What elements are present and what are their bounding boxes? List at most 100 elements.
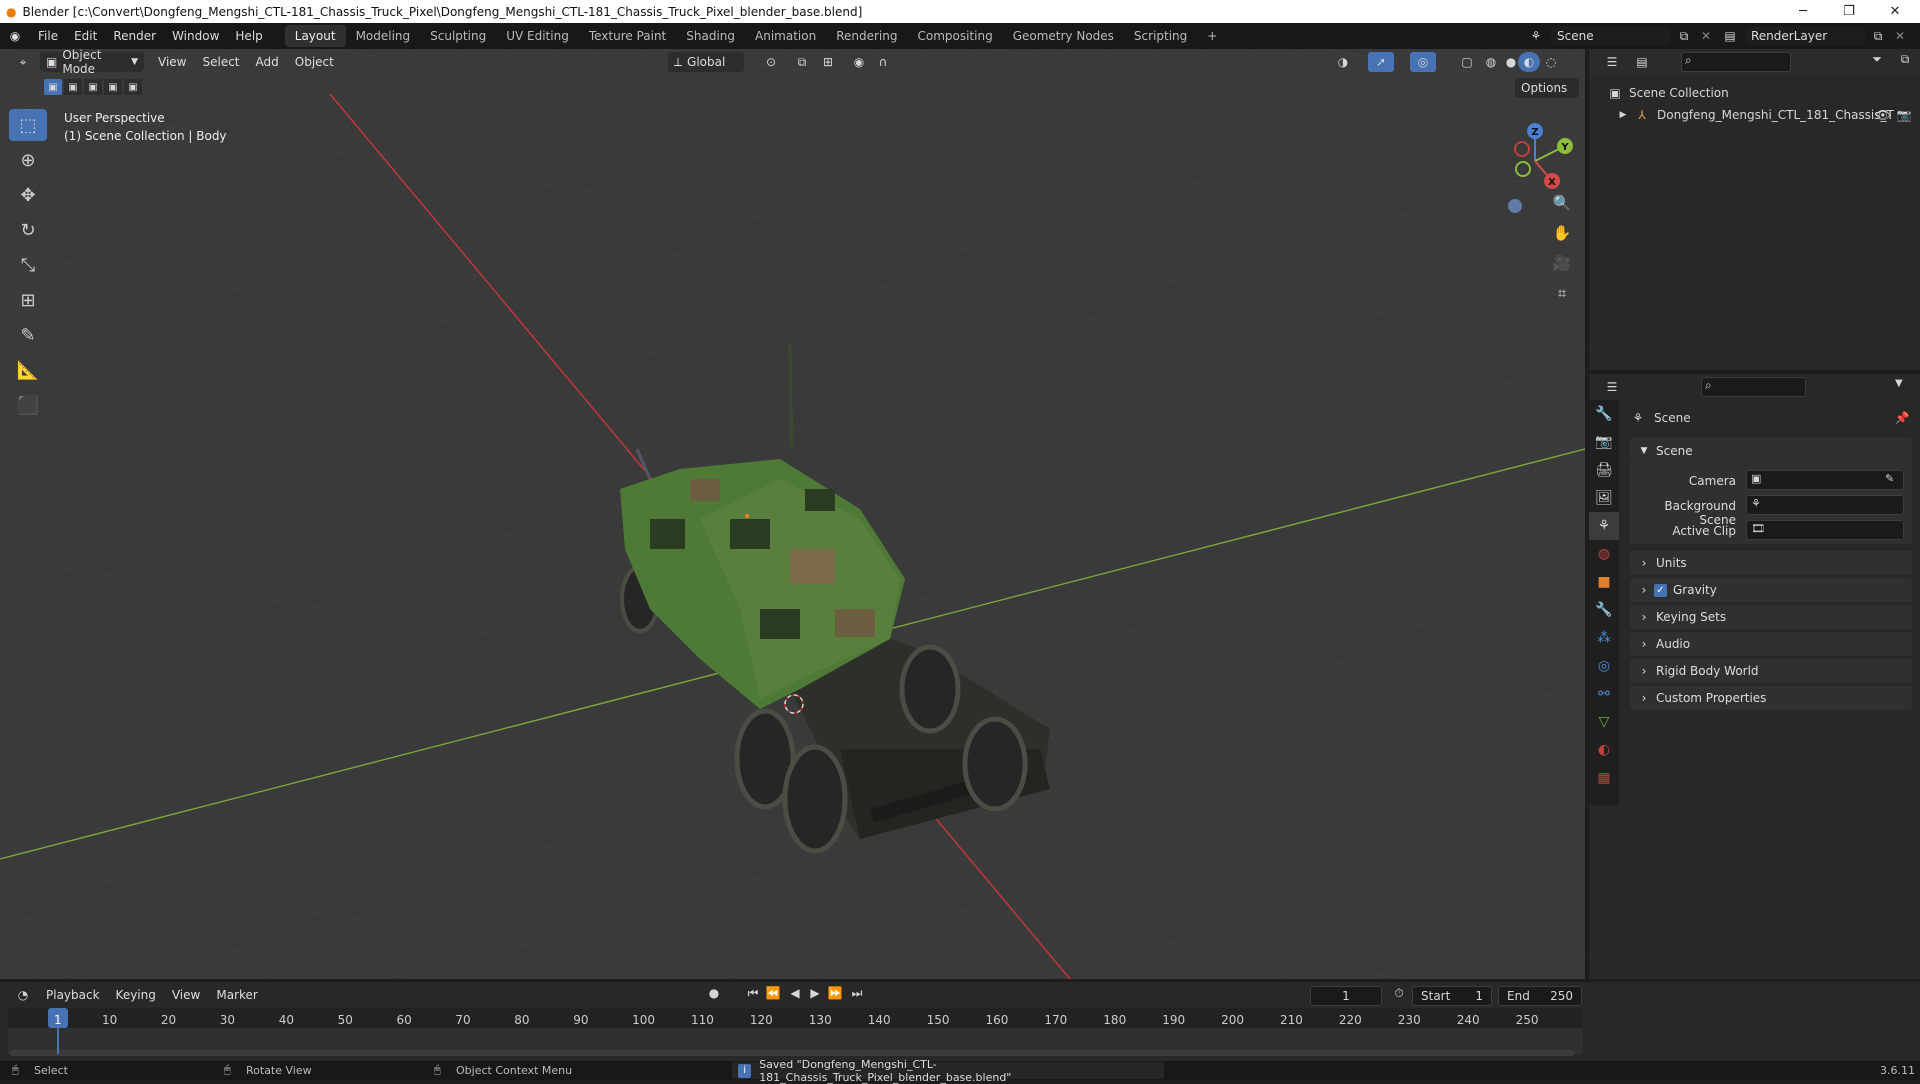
select-new-icon[interactable]: ▣ xyxy=(44,79,62,95)
modifier-tab-icon[interactable]: 🔧 xyxy=(1589,596,1619,624)
end-frame-field[interactable]: End 250 xyxy=(1498,986,1582,1006)
timeline-menu-view[interactable]: View xyxy=(164,982,208,1008)
menu-render[interactable]: Render xyxy=(105,23,164,49)
zoom-icon[interactable]: 🔍 xyxy=(1548,191,1576,215)
camera-field[interactable]: ▣ ✎ xyxy=(1746,470,1904,490)
panel-units[interactable]: › Units xyxy=(1630,551,1912,575)
select-extend-icon[interactable]: ▣ xyxy=(64,79,82,95)
constraints-tab-icon[interactable]: ⚯ xyxy=(1589,680,1619,708)
pan-hand-icon[interactable]: ✋ xyxy=(1548,221,1576,245)
gizmo-toggle-icon[interactable]: ➚ xyxy=(1368,52,1394,72)
perspective-toggle-icon[interactable]: ⌗ xyxy=(1548,281,1576,305)
blender-menu-icon[interactable]: ◉ xyxy=(0,29,30,43)
preview-range-icon[interactable]: ⏱ xyxy=(1390,986,1408,1001)
viewport-menu-object[interactable]: Object xyxy=(287,49,342,75)
menu-window[interactable]: Window xyxy=(164,23,227,49)
jump-start-icon[interactable]: ⏮ xyxy=(744,986,762,1001)
play-reverse-icon[interactable]: ◀ xyxy=(786,986,804,1000)
camera-view-icon[interactable]: 🎥 xyxy=(1548,251,1576,275)
properties-options-icon[interactable]: ▼ xyxy=(1895,378,1903,389)
timeline-menu-keying[interactable]: Keying xyxy=(108,982,164,1008)
data-tab-icon[interactable]: ▽ xyxy=(1589,708,1619,736)
properties-search-input[interactable] xyxy=(1701,377,1806,397)
xray-icon[interactable]: ▢ xyxy=(1456,55,1478,69)
timeline-menu-playback[interactable]: Playback xyxy=(38,982,108,1008)
timeline-menu-marker[interactable]: Marker xyxy=(208,982,265,1008)
timeline-editor-icon[interactable]: ◔ xyxy=(8,988,38,1002)
output-tab-icon[interactable]: 🖨 xyxy=(1589,456,1619,484)
measure-tool[interactable]: 📐 xyxy=(9,354,47,386)
new-renderlayer-icon[interactable]: ⧉ xyxy=(1869,29,1887,44)
tab-compositing[interactable]: Compositing xyxy=(907,25,1002,47)
delete-renderlayer-icon[interactable]: ✕ xyxy=(1891,29,1909,43)
visibility-icon[interactable]: ◑ xyxy=(1330,55,1356,69)
play-icon[interactable]: ▶ xyxy=(806,986,824,1000)
object-tab-icon[interactable]: ■ xyxy=(1589,568,1619,596)
annotate-tool[interactable]: ✎ xyxy=(9,319,47,351)
new-scene-icon[interactable]: ⧉ xyxy=(1675,29,1693,44)
new-collection-icon[interactable]: ⧉ xyxy=(1895,52,1915,67)
physics-tab-icon[interactable]: ◎ xyxy=(1589,652,1619,680)
tab-uv-editing[interactable]: UV Editing xyxy=(496,25,579,47)
eye-visibility-icon[interactable]: 👁 xyxy=(1874,108,1892,122)
close-button[interactable]: ✕ xyxy=(1872,0,1918,23)
select-intersect-icon[interactable]: ▣ xyxy=(124,79,142,95)
timeline-scrollbar[interactable] xyxy=(10,1050,1575,1056)
outliner-search-input[interactable] xyxy=(1681,52,1791,72)
falloff-icon[interactable]: ∩ xyxy=(872,55,894,69)
overlay-toggle-icon[interactable]: ◎ xyxy=(1410,52,1436,72)
tab-geometry-nodes[interactable]: Geometry Nodes xyxy=(1003,25,1124,47)
panel-rigid-body-world[interactable]: › Rigid Body World xyxy=(1630,659,1912,683)
next-keyframe-icon[interactable]: ⏩ xyxy=(826,986,844,1000)
prev-keyframe-icon[interactable]: ⏪ xyxy=(764,986,782,1000)
world-tab-icon[interactable]: ◍ xyxy=(1589,540,1619,568)
viewport-menu-view[interactable]: View xyxy=(150,49,194,75)
scene-selector[interactable]: Scene xyxy=(1551,26,1671,46)
tab-layout[interactable]: Layout xyxy=(284,25,346,47)
scene-icon[interactable]: ⚘ xyxy=(1525,29,1547,43)
viewport-menu-add[interactable]: Add xyxy=(248,49,287,75)
delete-scene-icon[interactable]: ✕ xyxy=(1697,29,1715,43)
panel-keying-sets[interactable]: › Keying Sets xyxy=(1630,605,1912,629)
filter-icon[interactable]: ⏷ xyxy=(1865,52,1889,67)
pin-icon[interactable]: 📌 xyxy=(1894,411,1910,425)
transform-tool[interactable]: ⊞ xyxy=(9,284,47,316)
menu-help[interactable]: Help xyxy=(227,23,270,49)
add-workspace-button[interactable]: + xyxy=(1197,25,1227,47)
jump-end-icon[interactable]: ⏭ xyxy=(848,986,866,1001)
tab-modeling[interactable]: Modeling xyxy=(346,25,421,47)
add-cube-tool[interactable]: ⬛ xyxy=(9,389,47,421)
start-frame-field[interactable]: Start 1 xyxy=(1412,986,1492,1006)
tab-texture-paint[interactable]: Texture Paint xyxy=(579,25,676,47)
eyedropper-icon[interactable]: ✎ xyxy=(1885,472,1894,485)
current-frame-field[interactable]: 1 xyxy=(1310,986,1382,1006)
render-camera-icon[interactable]: 📷 xyxy=(1895,108,1913,122)
options-dropdown[interactable]: Options xyxy=(1515,78,1579,98)
move-tool[interactable]: ✥ xyxy=(9,179,47,211)
tab-sculpting[interactable]: Sculpting xyxy=(420,25,496,47)
wireframe-shading-icon[interactable]: ◍ xyxy=(1480,55,1502,69)
3d-viewport[interactable]: ⌖ ▣ Object Mode ▼ View Select Add Object… xyxy=(0,49,1585,979)
menu-file[interactable]: File xyxy=(30,23,66,49)
properties-editor-icon[interactable]: ☰ xyxy=(1597,380,1627,394)
outliner-root-row[interactable]: ▣ Scene Collection xyxy=(1589,83,1920,103)
view-layer-tab-icon[interactable]: 🖼 xyxy=(1589,484,1619,512)
maximize-button[interactable]: ❐ xyxy=(1826,0,1872,23)
renderlayer-selector[interactable]: RenderLayer xyxy=(1745,26,1865,46)
panel-scene[interactable]: ▼ Scene xyxy=(1630,438,1912,464)
display-mode-icon[interactable]: ▤ xyxy=(1627,55,1657,69)
background-scene-field[interactable]: ⚘ xyxy=(1746,495,1904,515)
select-invert-icon[interactable]: ▣ xyxy=(104,79,122,95)
cursor-tool[interactable]: ⊕ xyxy=(9,144,47,176)
tool-tab-icon[interactable]: 🔧 xyxy=(1589,400,1619,428)
minimize-button[interactable]: ─ xyxy=(1780,0,1826,23)
active-clip-field[interactable]: 🎞 xyxy=(1746,520,1904,540)
material-shading-icon[interactable]: ◐ xyxy=(1518,52,1540,72)
scene-tab-icon[interactable]: ⚘ xyxy=(1589,512,1619,540)
tab-shading[interactable]: Shading xyxy=(676,25,745,47)
pivot-icon[interactable]: ⊙ xyxy=(756,55,786,69)
render-tab-icon[interactable]: 📷 xyxy=(1589,428,1619,456)
expand-arrow-icon[interactable]: ▶ xyxy=(1617,110,1629,120)
object-mode-dropdown[interactable]: ▣ Object Mode ▼ xyxy=(40,49,144,76)
proportional-edit-icon[interactable]: ◉ xyxy=(848,55,870,69)
